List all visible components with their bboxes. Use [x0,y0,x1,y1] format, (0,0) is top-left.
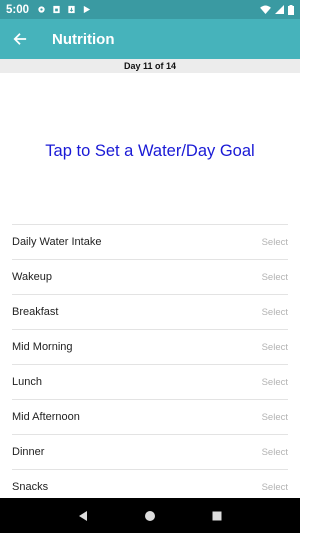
list-item-select[interactable]: Select [262,307,288,318]
list-item-label: Daily Water Intake [12,236,102,248]
battery-icon [288,4,294,15]
status-icons-right [260,4,294,15]
status-time: 5:00 [6,3,30,16]
list-item-label: Mid Morning [12,341,73,353]
system-nav-bar [0,498,300,533]
list-item-dinner[interactable]: Dinner Select [12,434,288,469]
day-indicator: Day 11 of 14 [0,59,300,73]
list-item-label: Mid Afternoon [12,411,80,423]
list-item-select[interactable]: Select [262,272,288,283]
list-item-wakeup[interactable]: Wakeup Select [12,259,288,294]
list-item-select[interactable]: Select [262,377,288,388]
list-item-select[interactable]: Select [262,342,288,353]
list-item-label: Wakeup [12,271,52,283]
set-water-goal-button[interactable]: Tap to Set a Water/Day Goal [0,142,300,161]
arrow-left-icon [13,33,27,45]
sim-icon [53,5,60,14]
list-item-select[interactable]: Select [262,237,288,248]
status-icons-left [37,5,91,14]
meal-list: Daily Water Intake Select Wakeup Select … [0,224,300,504]
list-item-select[interactable]: Select [262,482,288,493]
list-item-label: Dinner [12,446,45,458]
page-title: Nutrition [52,30,115,48]
back-triangle-icon [79,510,88,521]
wifi-icon [260,5,271,14]
nav-back-button[interactable] [73,506,93,526]
list-item-label: Snacks [12,481,49,493]
nav-recents-button[interactable] [207,506,227,526]
recents-square-icon [212,511,222,520]
home-circle-icon [144,510,155,521]
list-item-daily-water-intake[interactable]: Daily Water Intake Select [12,224,288,259]
list-item-breakfast[interactable]: Breakfast Select [12,294,288,329]
list-item-lunch[interactable]: Lunch Select [12,364,288,399]
list-item-select[interactable]: Select [262,412,288,423]
app-bar: Nutrition [0,19,300,59]
list-item-mid-morning[interactable]: Mid Morning Select [12,329,288,364]
back-button[interactable] [0,19,40,59]
status-bar: 5:00 [0,0,300,19]
download-icon [68,5,75,14]
list-item-label: Breakfast [12,306,59,318]
list-item-label: Lunch [12,376,42,388]
signal-icon [275,5,284,14]
play-icon [83,5,91,14]
list-item-mid-afternoon[interactable]: Mid Afternoon Select [12,399,288,434]
nav-home-button[interactable] [140,506,160,526]
list-item-select[interactable]: Select [262,447,288,458]
gear-icon [38,6,45,13]
